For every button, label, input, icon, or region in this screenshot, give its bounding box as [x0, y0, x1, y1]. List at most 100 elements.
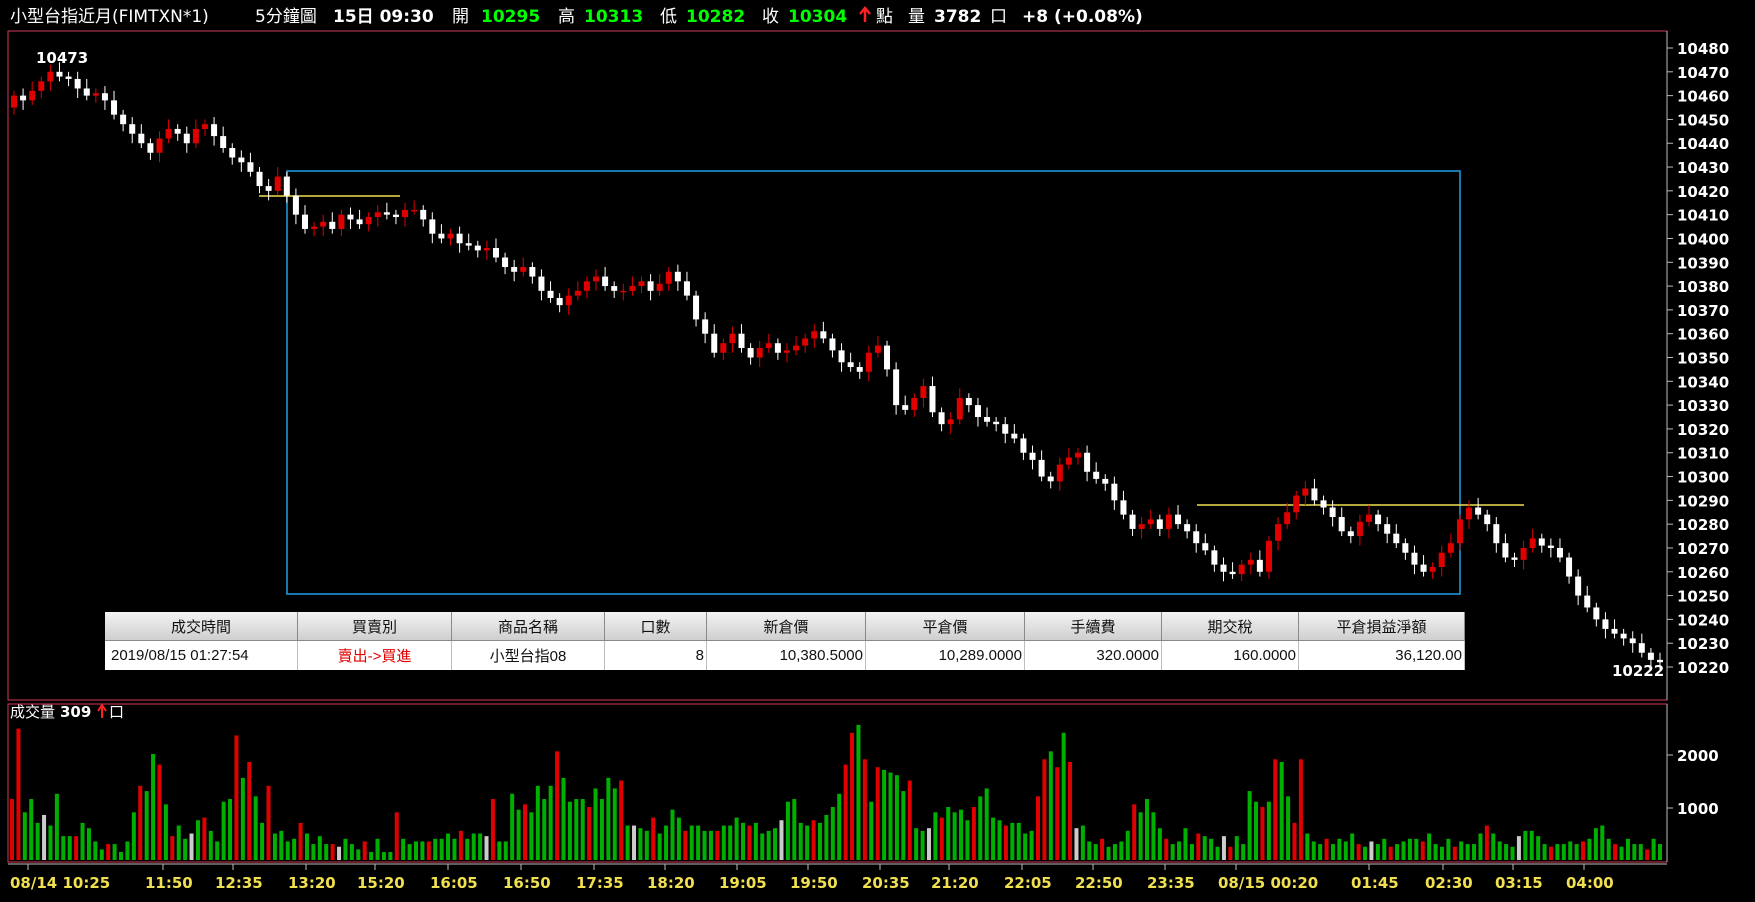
volume-bar	[1260, 807, 1265, 860]
volume-bar	[696, 825, 701, 860]
candle-body	[311, 226, 318, 229]
volume-bar	[1433, 844, 1438, 860]
cell-net-pnl: 36,120.00	[1299, 641, 1465, 670]
volume-bar	[632, 825, 637, 860]
time-axis-ticks: 08/14 10:25 11:50 12:35 13:20 15:20 16:05 16:5…	[10, 864, 1614, 892]
candle-body	[356, 219, 363, 225]
candle-body	[383, 212, 390, 215]
volume-bar	[638, 828, 643, 860]
volume-bar	[1536, 836, 1541, 860]
candle-body	[220, 136, 227, 148]
volume-bar	[728, 825, 733, 860]
volume-bar	[1010, 822, 1015, 860]
candle-body	[1629, 638, 1636, 644]
candle-body	[283, 176, 290, 196]
volume-bar	[151, 754, 156, 860]
volume-bar	[253, 796, 258, 860]
volume-bar	[1658, 844, 1662, 860]
volume-bar	[279, 830, 284, 860]
candle-body	[1511, 557, 1518, 560]
volume-bar	[420, 841, 425, 860]
candle-body	[1029, 452, 1036, 460]
high-price-label: 10473	[36, 49, 88, 67]
price-tick-label: 10220	[1677, 659, 1729, 677]
candle-body	[129, 124, 136, 134]
price-tick-label: 10430	[1677, 159, 1729, 177]
price-change: +8 (+0.08%)	[1022, 7, 1143, 27]
price-tick-label: 10410	[1677, 207, 1729, 225]
volume-bar	[1273, 759, 1278, 860]
candle-body	[429, 219, 436, 234]
volume-bar	[599, 799, 604, 860]
candle-body	[365, 217, 372, 225]
volume-bar	[612, 788, 617, 860]
candle-body	[720, 343, 727, 353]
volume-bar	[510, 793, 515, 860]
volume-bar	[99, 849, 104, 860]
volume-bar	[1138, 812, 1143, 860]
time-tick-label: 20:35	[862, 874, 910, 892]
volume-bar	[202, 817, 207, 860]
candle-body	[711, 333, 718, 353]
volume-bar	[843, 764, 848, 860]
volume-bar	[292, 838, 297, 860]
candle-body	[65, 76, 72, 79]
volume-bar	[1151, 812, 1156, 860]
volume-bar	[1420, 841, 1425, 860]
candle-body	[1084, 452, 1091, 472]
volume-bar	[1125, 830, 1130, 860]
volume-tick-label: 2000	[1677, 747, 1719, 765]
volume-bar	[35, 822, 40, 860]
volume-bar	[606, 777, 611, 860]
volume-bar	[1305, 833, 1310, 860]
volume-axis-ticks: 2000 1000	[1667, 747, 1719, 818]
volume-bar	[1504, 844, 1509, 860]
volume-header-unit: 口	[109, 703, 124, 721]
candle-body	[1047, 476, 1054, 482]
volume-bar	[1465, 844, 1470, 860]
candle-body	[611, 286, 618, 291]
candle-body	[574, 290, 581, 296]
volume-bar	[702, 830, 707, 860]
time-tick-label: 04:00	[1566, 874, 1614, 892]
candle-body	[1611, 628, 1618, 634]
candle-body	[847, 362, 854, 368]
volume-bar	[170, 836, 175, 860]
col-open-price: 新倉價	[707, 612, 866, 641]
volume-bar	[1112, 844, 1117, 860]
candle-body	[1429, 567, 1436, 572]
candle-body	[29, 90, 36, 101]
volume-bar	[131, 812, 136, 860]
point-unit: 點	[876, 7, 893, 27]
candle-body	[1329, 507, 1336, 518]
candle-body	[265, 186, 272, 191]
volume-tick-label: 1000	[1677, 800, 1719, 818]
volume-bar	[1068, 761, 1073, 860]
candle-body	[329, 221, 336, 229]
volume-bar	[1183, 828, 1188, 860]
volume-bar	[1472, 844, 1477, 860]
period-label: 5分鐘圖	[255, 7, 317, 27]
volume-bar	[1619, 846, 1624, 860]
candle-body	[1256, 559, 1263, 572]
candle-body	[947, 419, 954, 425]
candle-body	[20, 95, 27, 101]
candle-body	[820, 331, 827, 339]
candle-body	[1466, 507, 1473, 520]
candle-body	[1347, 531, 1354, 537]
candle-body	[956, 397, 963, 420]
volume-bar	[413, 841, 418, 860]
volume-bar	[29, 799, 34, 860]
cell-tax: 160.0000	[1162, 641, 1299, 670]
volume-bar	[362, 841, 367, 860]
volume-bar	[112, 844, 117, 860]
volume-bar	[343, 838, 348, 860]
price-tick-label: 10440	[1677, 135, 1729, 153]
candle-body	[274, 176, 281, 191]
volume-bar	[86, 828, 91, 860]
candle-body	[1584, 595, 1591, 608]
col-fee: 手續費	[1025, 612, 1162, 641]
price-tick-label: 10480	[1677, 40, 1729, 58]
candle-body	[1011, 433, 1018, 439]
candle-body	[1093, 471, 1100, 479]
